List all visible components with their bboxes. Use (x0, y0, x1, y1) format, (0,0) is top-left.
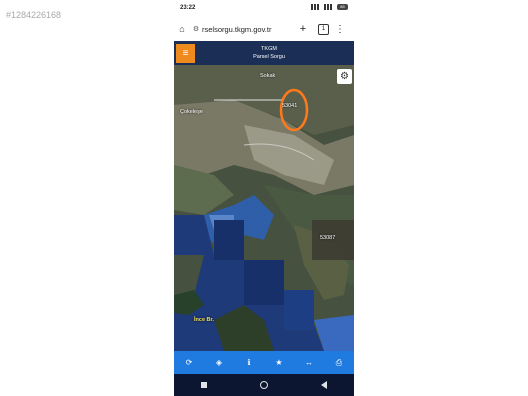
map-settings-gear-icon[interactable]: ⚙ (337, 69, 352, 84)
status-bar: 23:22 85 (174, 0, 354, 17)
home-button-icon[interactable] (259, 381, 268, 389)
app-title: TKGM Parsel Sorgu (214, 45, 324, 61)
android-nav-bar (174, 374, 354, 396)
browser-url-bar: ⌂ ⚙ rselsorgu.tkgm.gov.tr + 1 ⋮ (174, 17, 354, 41)
watermark-id: #1284226168 (6, 10, 62, 20)
more-options-icon[interactable]: ⋮ (335, 24, 345, 35)
measure-icon[interactable]: ↔ (299, 358, 319, 367)
satellite-map[interactable]: ⚙ Sokak Çokeleşe 53041 53087 İnce Br. (174, 65, 354, 351)
map-toolbar: ⟳ ◈ ℹ ★ ↔ ⎙ (174, 351, 354, 374)
locate-icon[interactable]: ◈ (209, 358, 229, 367)
battery-icon: 85 (337, 4, 348, 10)
map-label-parcel: 53041 (282, 103, 298, 109)
status-icons: 85 (311, 4, 348, 10)
print-icon[interactable]: ⎙ (329, 358, 349, 368)
tab-switcher-button[interactable]: 1 (318, 23, 329, 35)
status-time: 23:22 (180, 5, 196, 11)
star-icon[interactable]: ★ (269, 358, 289, 367)
wifi-icon (324, 4, 334, 10)
hamburger-icon[interactable]: ≡ (176, 44, 195, 63)
map-label-street: Sokak (260, 73, 276, 79)
signal-icon (311, 4, 321, 10)
phone-screen: 23:22 85 ⌂ ⚙ rselsorgu.tkgm.gov.tr + 1 ⋮… (174, 0, 354, 396)
map-imagery (174, 65, 354, 351)
info-icon[interactable]: ℹ (239, 358, 259, 367)
map-label-cokelese: Çokeleşe (180, 109, 203, 115)
app-header: ≡ TKGM Parsel Sorgu (174, 41, 354, 65)
map-label-ince-burun: İnce Br. (194, 317, 214, 323)
new-tab-button[interactable]: + (294, 23, 312, 35)
map-label-tile: 53087 (320, 235, 336, 241)
app-subtitle: Parsel Sorgu (253, 54, 285, 60)
back-button-icon[interactable] (321, 381, 328, 389)
address-field[interactable]: rselsorgu.tkgm.gov.tr (202, 25, 294, 34)
refresh-icon[interactable]: ⟳ (179, 358, 199, 367)
app-org: TKGM (261, 46, 277, 52)
recents-button-icon[interactable] (200, 382, 207, 388)
home-icon[interactable]: ⌂ (174, 24, 190, 34)
site-settings-icon[interactable]: ⚙ (190, 25, 202, 33)
